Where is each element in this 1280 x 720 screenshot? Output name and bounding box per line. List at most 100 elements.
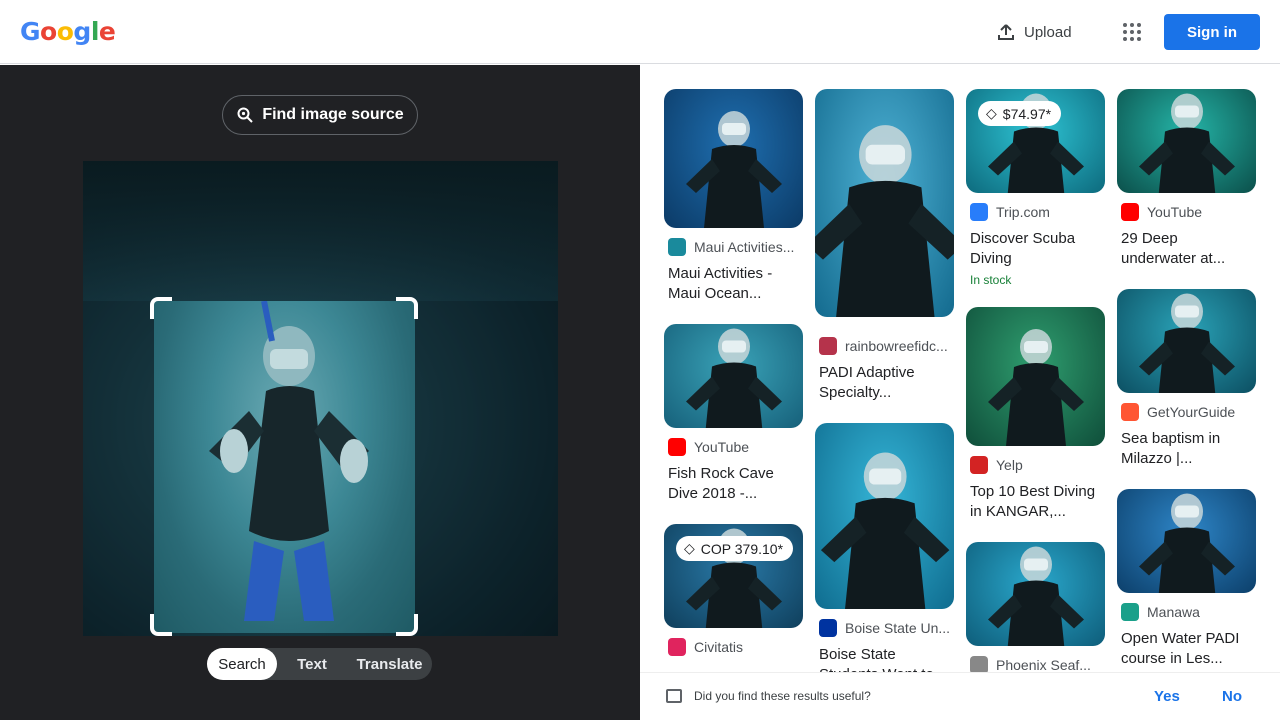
result-source-label: YouTube [694, 439, 750, 455]
yelp-icon [970, 456, 988, 474]
sign-in-button[interactable]: Sign in [1164, 14, 1260, 50]
price-tag: ◇ COP 379.10* [676, 536, 794, 561]
tag-icon: ◇ [986, 105, 997, 121]
result-thumbnail[interactable] [815, 423, 954, 609]
civitatis-icon [668, 638, 686, 656]
result-card[interactable]: GetYourGuide Sea baptism in Milazzo |... [1117, 289, 1256, 469]
lens-mode-switcher: Search Text Translate [207, 648, 432, 680]
rainbow-reef-icon [819, 337, 837, 355]
find-image-source-button[interactable]: Find image source [222, 95, 418, 135]
result-source-label: Phoenix Seaf... [996, 657, 1091, 672]
result-source[interactable]: Maui Activities... [668, 238, 803, 256]
upload-icon [998, 24, 1014, 40]
tab-text[interactable]: Text [277, 648, 347, 680]
phoenix-icon [970, 656, 988, 672]
google-logo[interactable]: Google [20, 17, 116, 46]
result-source-label: Trip.com [996, 204, 1050, 220]
result-thumbnail[interactable] [966, 542, 1105, 646]
feedback-bar: Did you find these results useful? Yes N… [640, 672, 1280, 720]
diver-figure [820, 452, 950, 609]
result-thumbnail[interactable] [664, 89, 803, 228]
result-source[interactable]: Boise State Un... [819, 619, 954, 637]
result-title[interactable]: Top 10 Best Diving in KANGAR,... [970, 482, 1101, 522]
feedback-icon [666, 689, 682, 703]
result-card[interactable]: Phoenix Seaf... [966, 542, 1105, 672]
diver-figure [209, 301, 369, 621]
youtube-icon [1121, 203, 1139, 221]
result-card[interactable]: ◇ $74.97* Trip.com Discover Scuba Diving In … [966, 89, 1105, 287]
price-label: $74.97* [1002, 105, 1052, 122]
diver-figure [686, 328, 782, 428]
result-thumbnail[interactable] [664, 324, 803, 428]
crop-region[interactable] [154, 301, 415, 633]
getyourguide-icon [1121, 403, 1139, 421]
result-thumbnail[interactable] [1117, 89, 1256, 193]
feedback-no-button[interactable]: No [1222, 688, 1242, 705]
results-column: Maui Activities... Maui Activities - Maui… [664, 89, 803, 672]
result-title[interactable]: Open Water PADI course in Les... [1121, 629, 1252, 669]
result-card[interactable] [815, 89, 954, 317]
results-column: YouTube 29 Deep underwater at... GetYourGu… [1117, 89, 1256, 672]
result-source-label: Maui Activities... [694, 239, 795, 255]
crop-handle-top-right[interactable] [396, 297, 418, 319]
tab-search[interactable]: Search [207, 648, 277, 680]
result-source[interactable]: Yelp [970, 456, 1105, 474]
logo-letter: l [90, 17, 100, 46]
boise-state-icon [819, 619, 837, 637]
result-source[interactable]: GetYourGuide [1121, 403, 1256, 421]
tab-translate[interactable]: Translate [347, 648, 432, 680]
uploaded-image[interactable] [83, 161, 558, 636]
result-card[interactable]: rainbowreefidc... PADI Adaptive Specialty… [815, 337, 954, 403]
result-card[interactable]: Yelp Top 10 Best Diving in KANGAR,... [966, 307, 1105, 522]
crop-handle-bottom-left[interactable] [150, 614, 172, 636]
stock-status: In stock [970, 273, 1012, 287]
result-thumbnail[interactable] [966, 307, 1105, 446]
result-title[interactable]: Maui Activities - Maui Ocean... [668, 264, 799, 304]
feedback-yes-button[interactable]: Yes [1154, 688, 1180, 705]
result-source[interactable]: YouTube [1121, 203, 1256, 221]
result-source[interactable]: Phoenix Seaf... [970, 656, 1105, 672]
result-source[interactable]: YouTube [668, 438, 803, 456]
diver-figure [988, 329, 1084, 446]
diver-figure [815, 125, 954, 317]
crop-handle-bottom-right[interactable] [396, 614, 418, 636]
result-card[interactable]: YouTube Fish Rock Cave Dive 2018 -... [664, 324, 803, 504]
result-source[interactable]: rainbowreefidc... [819, 337, 954, 355]
result-thumbnail[interactable] [1117, 289, 1256, 393]
result-source[interactable]: Trip.com [970, 203, 1105, 221]
youtube-icon [668, 438, 686, 456]
result-title[interactable]: 29 Deep underwater at... [1121, 229, 1252, 269]
result-card[interactable]: Maui Activities... Maui Activities - Maui… [664, 89, 803, 304]
result-thumbnail[interactable] [1117, 489, 1256, 593]
result-card[interactable]: Boise State Un... Boise State Students We… [815, 423, 954, 672]
result-title[interactable]: Sea baptism in Milazzo |... [1121, 429, 1252, 469]
google-apps-icon[interactable] [1116, 16, 1148, 48]
result-card[interactable]: ◇ COP 379.10* Civitatis [664, 524, 803, 656]
manawa-icon [1121, 603, 1139, 621]
result-card[interactable]: YouTube 29 Deep underwater at... [1117, 89, 1256, 269]
result-title[interactable]: Boise State Students Went to... [819, 645, 950, 672]
logo-letter: o [40, 17, 57, 46]
upload-label: Upload [1024, 23, 1072, 41]
result-title[interactable]: PADI Adaptive Specialty... [819, 363, 950, 403]
crop-handle-top-left[interactable] [150, 297, 172, 319]
result-source-label: Civitatis [694, 639, 744, 655]
tag-icon: ◇ [684, 540, 695, 556]
result-title[interactable]: Fish Rock Cave Dive 2018 -... [668, 464, 799, 504]
result-title[interactable]: Discover Scuba Diving [970, 229, 1101, 269]
price-label: COP 379.10* [700, 540, 784, 557]
result-thumbnail[interactable]: ◇ COP 379.10* [664, 524, 803, 628]
result-source-label: Boise State Un... [845, 620, 951, 636]
trip-icon [970, 203, 988, 221]
results-column: rainbowreefidc... PADI Adaptive Specialty… [815, 89, 954, 672]
result-card[interactable]: Manawa Open Water PADI course in Les... [1117, 489, 1256, 669]
result-thumbnail[interactable] [815, 89, 954, 317]
result-thumbnail[interactable]: ◇ $74.97* [966, 89, 1105, 193]
lens-search-icon [237, 107, 254, 123]
result-source[interactable]: Civitatis [668, 638, 803, 656]
lens-image-pane: Find image source Search Text Translate [0, 65, 640, 720]
result-source[interactable]: Manawa [1121, 603, 1256, 621]
diver-figure [988, 546, 1084, 646]
result-source-label: Manawa [1147, 604, 1200, 620]
upload-button[interactable]: Upload [988, 14, 1080, 50]
